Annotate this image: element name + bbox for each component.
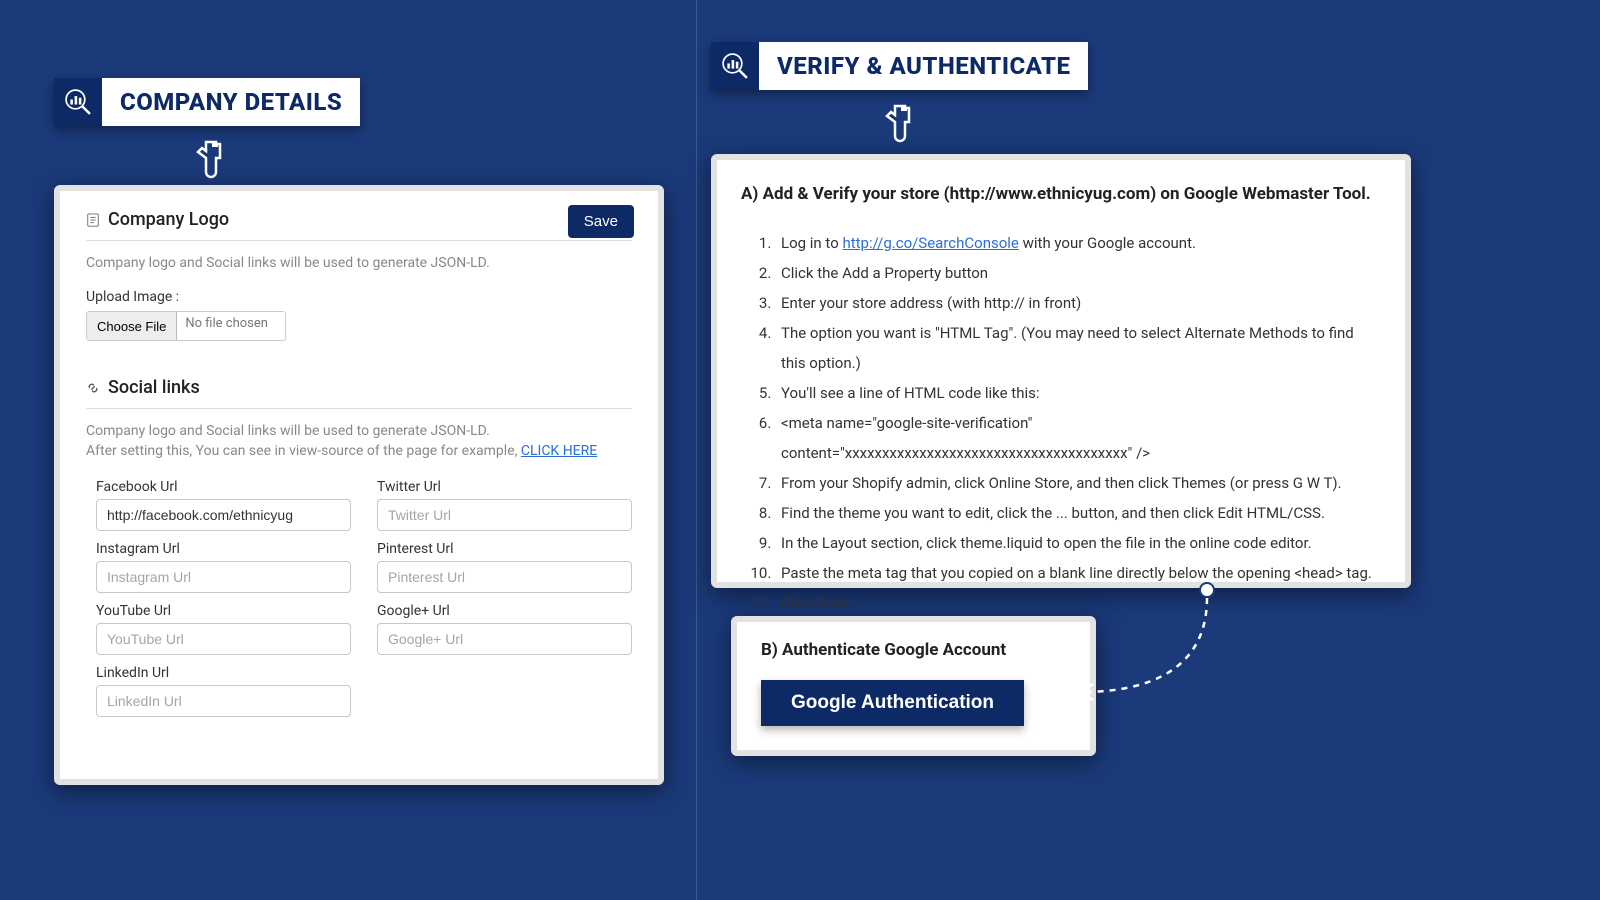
left-panel: COMPANY DETAILS Company Logo Save Compan… [0, 0, 696, 900]
file-chosen-text: No file chosen [177, 312, 276, 340]
youtube-label: YouTube Url [96, 603, 351, 619]
step-1-prefix: Log in to [781, 234, 842, 252]
pointer-down-icon [875, 100, 925, 150]
googleplus-input[interactable] [377, 623, 632, 655]
divider [86, 240, 632, 241]
card-a-title: A) Add & Verify your store (http://www.e… [741, 178, 1381, 210]
company-logo-title: Company Logo [108, 209, 229, 230]
connector-arrow-icon [1067, 582, 1247, 722]
clipboard-icon [86, 213, 100, 227]
twitter-input[interactable] [377, 499, 632, 531]
step-item: Enter your store address (with http:// i… [775, 288, 1381, 318]
right-header-title: VERIFY & AUTHENTICATE [759, 42, 1088, 90]
divider [86, 408, 632, 409]
step-item: Log in to http://g.co/SearchConsole with… [775, 228, 1381, 258]
step-item: You'll see a line of HTML code like this… [775, 378, 1381, 408]
pinterest-input[interactable] [377, 561, 632, 593]
card-b-title: B) Authenticate Google Account [761, 640, 1066, 660]
analytics-search-icon [54, 78, 102, 126]
pointer-down-icon [186, 136, 236, 186]
step-item: <meta name="google-site-verification" co… [775, 408, 1381, 468]
click-here-link[interactable]: CLICK HERE [521, 443, 597, 459]
right-header-badge: VERIFY & AUTHENTICATE [711, 42, 1088, 90]
step-item: In the Layout section, click theme.liqui… [775, 528, 1381, 558]
verify-card-b: B) Authenticate Google Account Google Au… [731, 616, 1096, 756]
step-item: Find the theme you want to edit, click t… [775, 498, 1381, 528]
verify-card-a: A) Add & Verify your store (http://www.e… [711, 154, 1411, 588]
social-links-section: Social links [86, 377, 632, 398]
social-desc-2: After setting this, You can see in view-… [86, 443, 632, 459]
logo-description: Company logo and Social links will be us… [86, 255, 632, 271]
file-input[interactable]: Choose File No file chosen [86, 311, 286, 341]
facebook-label: Facebook Url [96, 479, 351, 495]
save-button[interactable]: Save [568, 205, 634, 238]
company-details-card: Company Logo Save Company logo and Socia… [54, 185, 664, 785]
instagram-label: Instagram Url [96, 541, 351, 557]
social-desc-1: Company logo and Social links will be us… [86, 423, 632, 439]
pinterest-label: Pinterest Url [377, 541, 632, 557]
linkedin-label: LinkedIn Url [96, 665, 351, 681]
googleplus-label: Google+ Url [377, 603, 632, 619]
linkedin-input[interactable] [96, 685, 351, 717]
choose-file-button[interactable]: Choose File [87, 312, 177, 340]
social-desc-2-prefix: After setting this, You can see in view-… [86, 443, 521, 459]
step-item: Click the Add a Property button [775, 258, 1381, 288]
youtube-input[interactable] [96, 623, 351, 655]
twitter-label: Twitter Url [377, 479, 632, 495]
link-icon [86, 381, 100, 395]
step-item: The option you want is "HTML Tag". (You … [775, 318, 1381, 378]
instruction-list: Log in to http://g.co/SearchConsole with… [749, 228, 1381, 618]
google-auth-button[interactable]: Google Authentication [761, 680, 1024, 726]
right-panel: VERIFY & AUTHENTICATE A) Add & Verify yo… [697, 0, 1600, 900]
company-logo-section: Company Logo [86, 209, 632, 230]
step-item: From your Shopify admin, click Online St… [775, 468, 1381, 498]
analytics-search-icon [711, 42, 759, 90]
social-links-title: Social links [108, 377, 200, 398]
left-header-title: COMPANY DETAILS [102, 78, 360, 126]
search-console-link[interactable]: http://g.co/SearchConsole [842, 234, 1018, 252]
left-header-badge: COMPANY DETAILS [54, 78, 360, 126]
facebook-input[interactable] [96, 499, 351, 531]
upload-image-label: Upload Image : [86, 289, 632, 305]
step-1-suffix: with your Google account. [1019, 234, 1196, 252]
instagram-input[interactable] [96, 561, 351, 593]
